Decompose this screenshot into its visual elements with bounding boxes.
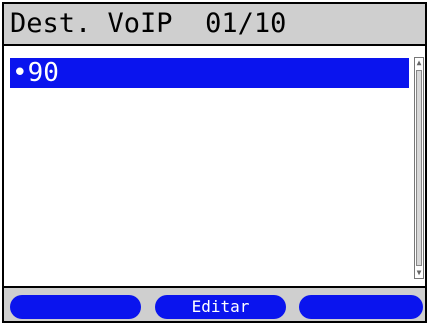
edit-button[interactable]: Editar (155, 295, 286, 319)
title-bar: Dest. VoIP 01/10 (4, 4, 425, 46)
scroll-down-icon[interactable]: ▼ (415, 268, 423, 278)
softkey-bar: Editar (4, 286, 425, 321)
screen-title: Dest. VoIP 01/10 (10, 8, 287, 39)
scroll-up-icon[interactable]: ▲ (415, 58, 423, 68)
scrollbar[interactable]: ▲ ▼ (414, 57, 424, 279)
destination-list: •90 (4, 46, 414, 284)
device-screen: Dest. VoIP 01/10 •90 ▲ ▼ Editar (2, 2, 427, 323)
softkey-f1-button[interactable] (10, 295, 141, 319)
scroll-thumb[interactable] (416, 70, 422, 266)
list-item[interactable]: •90 (10, 58, 409, 88)
softkey-f3-button[interactable] (299, 295, 423, 319)
